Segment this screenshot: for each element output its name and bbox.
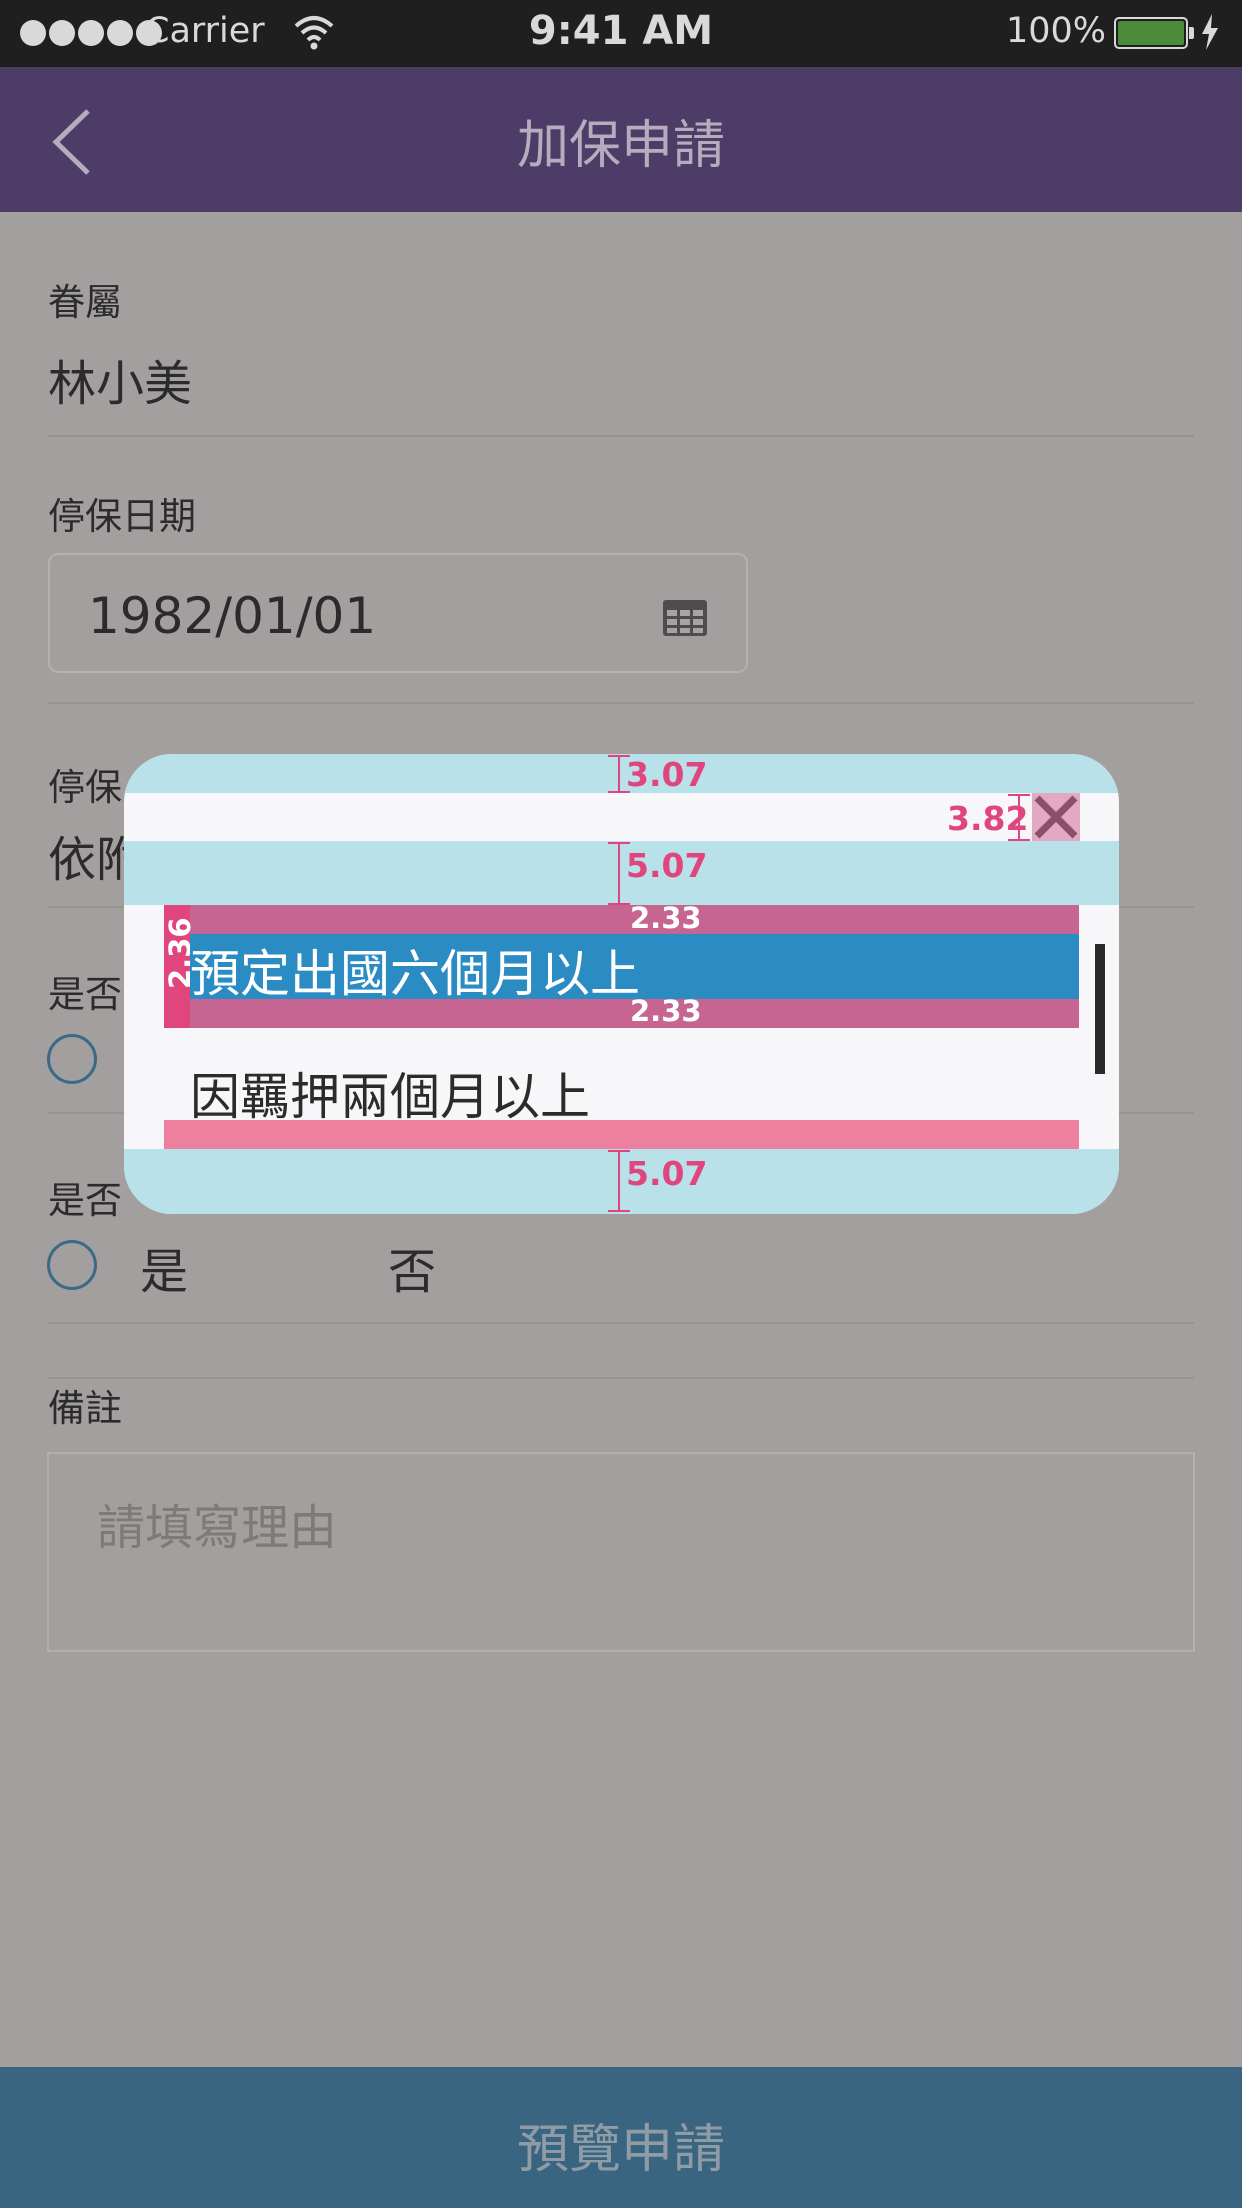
- question-2-no-label[interactable]: 否: [388, 1232, 436, 1302]
- dependent-value[interactable]: 林小美: [48, 344, 192, 414]
- spec-item-divider: [164, 1120, 1079, 1149]
- remark-placeholder: 請填寫理由: [97, 1500, 338, 1556]
- spec-top-padding: [124, 754, 1119, 793]
- option-label[interactable]: 因羈押兩個月以上: [190, 1057, 590, 1129]
- calendar-icon[interactable]: [662, 599, 708, 641]
- spec-item-top-label: 2.33: [630, 901, 702, 935]
- preview-button-label: 預覽申請: [516, 2120, 725, 2180]
- spec-header-gap-label: 5.07: [626, 846, 708, 885]
- battery-tip: [1189, 27, 1194, 39]
- battery-percentage: 100%: [1006, 11, 1107, 51]
- spec-top-label: 3.07: [626, 755, 708, 794]
- stop-date-label: 停保日期: [48, 495, 196, 538]
- question-2-yes-radio[interactable]: [47, 1240, 97, 1290]
- spec-close-label: 3.82: [947, 799, 1029, 838]
- question-1-radio[interactable]: [47, 1034, 97, 1084]
- stop-date-value: 1982/01/01: [88, 587, 377, 645]
- divider: [48, 1322, 1194, 1324]
- stop-reason-label: 停保: [48, 766, 122, 809]
- option-label: 預定出國六個月以上: [190, 945, 640, 1003]
- spec-item-bottom-label: 2.33: [630, 994, 702, 1028]
- close-icon[interactable]: [1032, 793, 1080, 841]
- preview-application-button[interactable]: 預覽申請: [0, 2067, 1242, 2208]
- divider: [48, 435, 1194, 437]
- question-2-yes-label[interactable]: 是: [140, 1232, 188, 1302]
- reason-picker-dialog: 3.07 3.82 5.07 2.36 2.33 預定出國六個月以上 2.33 …: [124, 754, 1119, 1214]
- navigation-bar: 加保申請: [0, 67, 1242, 212]
- question-2-label: 是否: [48, 1179, 122, 1222]
- spec-bottom-padding: [124, 1149, 1119, 1214]
- spec-bottom-label: 5.07: [626, 1154, 708, 1193]
- divider: [48, 702, 1194, 704]
- status-bar: Carrier 9:41 AM 100%: [0, 0, 1242, 67]
- page-title: 加保申請: [516, 116, 725, 176]
- divider: [48, 1377, 1194, 1379]
- question-1-label: 是否: [48, 973, 122, 1016]
- scrollbar[interactable]: [1095, 944, 1105, 1074]
- battery-icon: [1114, 17, 1188, 49]
- spec-header-gap: [124, 841, 1119, 905]
- remark-textarea[interactable]: 請填寫理由: [47, 1452, 1195, 1652]
- remark-label: 備註: [48, 1387, 122, 1430]
- charging-icon: [1200, 14, 1220, 54]
- stop-date-field[interactable]: 1982/01/01: [48, 553, 748, 673]
- dependent-label: 眷屬: [48, 281, 122, 324]
